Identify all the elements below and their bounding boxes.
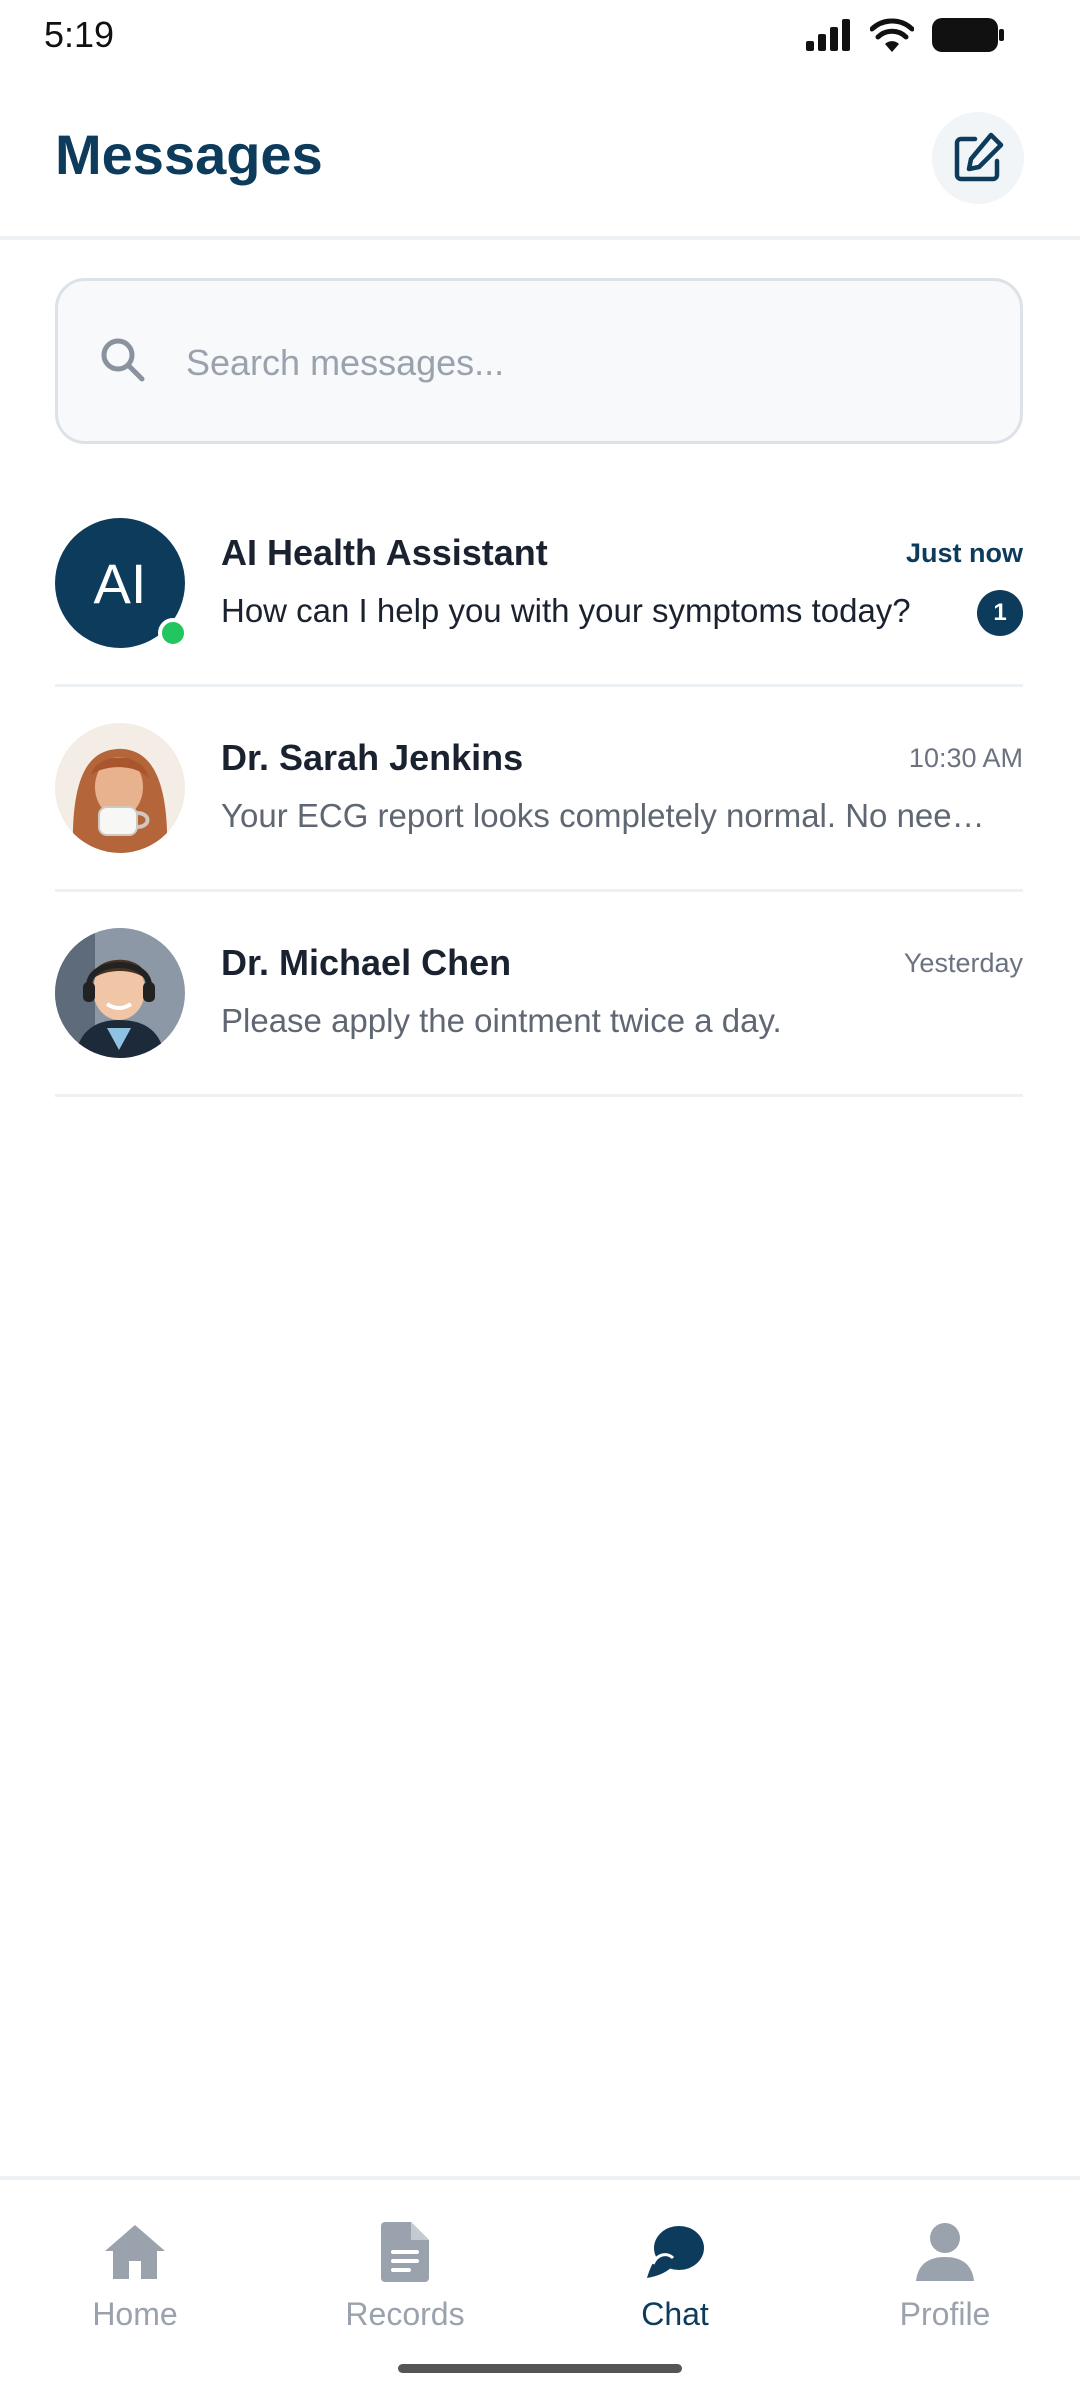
unread-badge: 1 bbox=[977, 590, 1023, 636]
status-bar: 5:19 bbox=[0, 0, 1080, 70]
avatar bbox=[55, 723, 185, 853]
nav-label: Home bbox=[92, 2296, 178, 2332]
person-icon bbox=[916, 2223, 974, 2281]
search-icon bbox=[101, 338, 145, 382]
avatar-initials: AI bbox=[93, 551, 147, 615]
nav-label: Profile bbox=[899, 2296, 991, 2332]
conversation-time: 10:30 AM bbox=[908, 743, 1023, 773]
avatar bbox=[55, 928, 185, 1058]
conversation-item-sarah-jenkins[interactable]: Dr. Sarah Jenkins 10:30 AM Your ECG repo… bbox=[55, 687, 1023, 892]
status-time: 5:19 bbox=[44, 14, 115, 55]
conversation-name: Dr. Michael Chen bbox=[221, 942, 512, 983]
conversation-name: Dr. Sarah Jenkins bbox=[221, 737, 524, 778]
conversation-preview: Please apply the ointment twice a day. bbox=[221, 1002, 782, 1039]
conversation-time: Just now bbox=[905, 538, 1023, 568]
user-photo-icon bbox=[55, 723, 185, 853]
status-icons bbox=[806, 18, 1004, 52]
page-title: Messages bbox=[55, 123, 323, 186]
nav-item-home[interactable]: Home bbox=[35, 2220, 235, 2333]
nav-item-profile[interactable]: Profile bbox=[845, 2220, 1045, 2333]
conversation-item-ai-assistant[interactable]: AI AI Health Assistant Just now How can … bbox=[55, 482, 1023, 687]
compose-button[interactable] bbox=[932, 112, 1024, 204]
compose-icon bbox=[954, 132, 1004, 182]
search-input[interactable] bbox=[186, 323, 986, 403]
conversation-name: AI Health Assistant bbox=[221, 532, 548, 573]
search-box[interactable] bbox=[55, 278, 1023, 444]
signal-icon bbox=[806, 19, 850, 51]
header: Messages bbox=[0, 70, 1080, 240]
nav-item-chat[interactable]: Chat bbox=[575, 2220, 775, 2333]
battery-icon bbox=[932, 18, 1004, 52]
chat-icon bbox=[647, 2226, 704, 2278]
online-status-indicator bbox=[158, 618, 188, 648]
home-icon bbox=[105, 2225, 165, 2279]
conversation-time: Yesterday bbox=[903, 948, 1023, 978]
conversation-list: AI AI Health Assistant Just now How can … bbox=[55, 482, 1023, 1097]
nav-label: Records bbox=[345, 2296, 465, 2332]
nav-label: Chat bbox=[641, 2296, 709, 2332]
conversation-preview: How can I help you with your symptoms to… bbox=[221, 592, 911, 629]
user-photo-icon bbox=[55, 928, 185, 1058]
conversation-item-michael-chen[interactable]: Dr. Michael Chen Yesterday Please apply … bbox=[55, 892, 1023, 1097]
nav-item-records[interactable]: Records bbox=[305, 2220, 505, 2333]
conversation-preview: Your ECG report looks completely normal.… bbox=[221, 797, 991, 834]
wifi-icon bbox=[870, 18, 914, 52]
document-icon bbox=[381, 2222, 429, 2282]
home-indicator bbox=[398, 2364, 682, 2373]
